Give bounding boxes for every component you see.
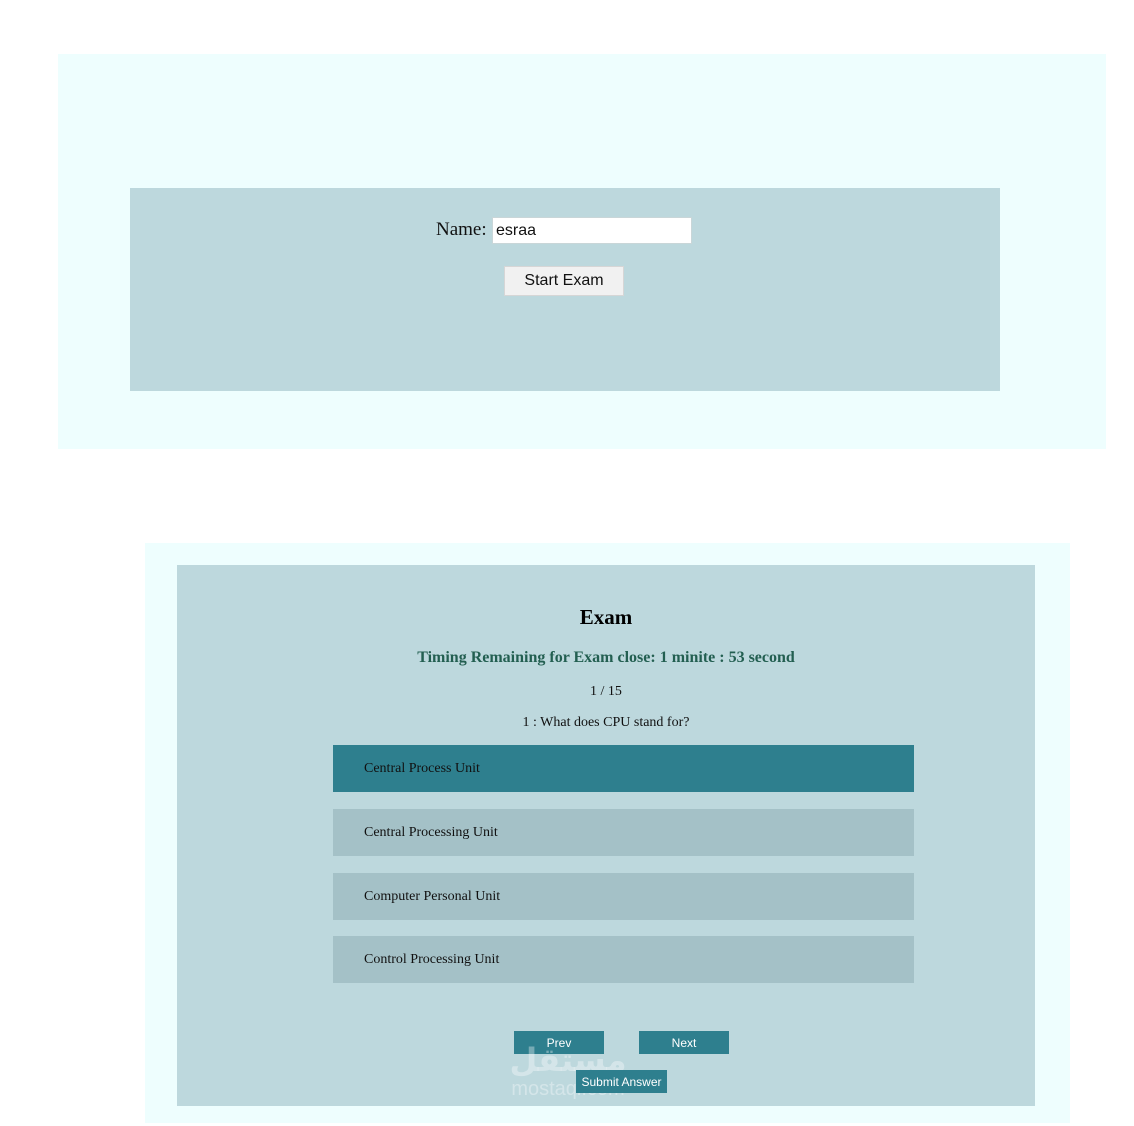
answer-option-label: Control Processing Unit [364, 951, 500, 967]
answer-option-label: Computer Personal Unit [364, 888, 501, 904]
name-input[interactable] [492, 217, 692, 244]
prev-button[interactable]: Prev [514, 1031, 604, 1054]
answer-option-3[interactable]: Computer Personal Unit [333, 873, 914, 920]
name-label: Name: [436, 219, 487, 240]
question-text: 1 : What does CPU stand for? [522, 715, 690, 730]
exam-title: Exam [579, 605, 633, 629]
next-button[interactable]: Next [639, 1031, 729, 1054]
answer-option-2[interactable]: Central Processing Unit [333, 809, 914, 856]
answer-option-label: Central Process Unit [364, 760, 480, 776]
question-progress: 1 / 15 [590, 684, 622, 699]
answer-option-1[interactable]: Central Process Unit [333, 745, 914, 792]
exam-timer: Timing Remaining for Exam close: 1 minit… [417, 649, 795, 666]
answer-option-label: Central Processing Unit [364, 824, 498, 840]
submit-answer-button[interactable]: Submit Answer [576, 1070, 667, 1093]
answer-option-4[interactable]: Control Processing Unit [333, 936, 914, 983]
start-exam-button[interactable]: Start Exam [504, 266, 624, 296]
